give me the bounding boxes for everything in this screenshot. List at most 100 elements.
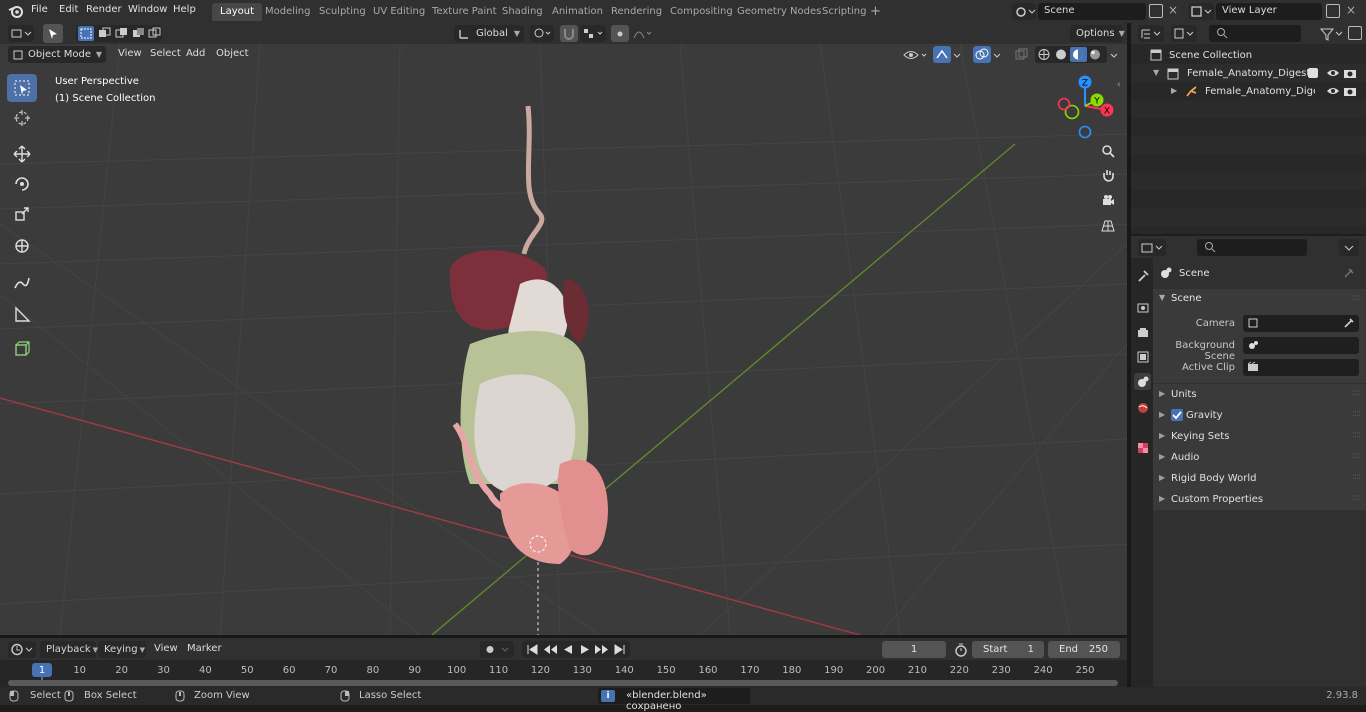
close-view-layer-icon[interactable]: × [1346, 3, 1356, 17]
prev-keyframe-icon[interactable] [541, 642, 559, 657]
pivot-point-icon[interactable] [530, 25, 554, 42]
mode-subtract-icon[interactable] [113, 26, 129, 41]
menu-view[interactable]: View [118, 48, 142, 59]
tab-texture-paint[interactable]: Texture Paint [424, 3, 505, 21]
scale-tool-icon[interactable] [7, 200, 37, 228]
solid-shading-icon[interactable] [1053, 47, 1070, 62]
tool-tab-icon[interactable] [1134, 267, 1151, 284]
expand-arrow-icon[interactable]: ▶ [1171, 86, 1177, 95]
close-scene-icon[interactable]: × [1168, 3, 1178, 17]
exclude-checkbox[interactable] [1308, 68, 1318, 78]
outliner-search-input[interactable] [1209, 25, 1301, 42]
tab-scripting[interactable]: Scripting [814, 3, 874, 21]
next-keyframe-icon[interactable] [593, 642, 611, 657]
xray-icon[interactable] [1013, 47, 1029, 63]
camera-view-icon[interactable] [1097, 189, 1119, 211]
menu-select[interactable]: Select [150, 48, 181, 59]
tab-rendering[interactable]: Rendering [603, 3, 670, 21]
wireframe-shading-icon[interactable] [1036, 47, 1053, 62]
transform-tool-icon[interactable] [7, 232, 37, 260]
options-dropdown[interactable]: Options ▼ [1070, 25, 1125, 42]
gravity-checkbox[interactable] [1171, 409, 1183, 421]
drag-grip-icon[interactable]: :::: [1352, 293, 1361, 303]
jump-start-icon[interactable] [524, 642, 540, 657]
chevron-down-icon[interactable] [1108, 47, 1122, 63]
scene-tab-icon[interactable] [1134, 373, 1151, 390]
falloff-icon[interactable] [631, 25, 655, 42]
pan-hand-icon[interactable] [1097, 165, 1119, 187]
3d-viewport[interactable]: User Perspective (1) Scene Collection Z … [0, 44, 1127, 635]
chevron-down-icon[interactable] [1339, 239, 1359, 256]
menu-help[interactable]: Help [173, 4, 196, 15]
mode-intersect-icon[interactable] [146, 26, 162, 41]
scene-panel-header[interactable]: ▼ Scene :::: [1153, 289, 1366, 309]
add-workspace-button[interactable]: + [870, 4, 881, 19]
new-collection-icon[interactable] [1348, 26, 1362, 40]
units-panel[interactable]: ▶ Units :::: [1153, 384, 1366, 405]
view-layer-name-field[interactable]: View Layer [1216, 3, 1322, 20]
camera-field[interactable] [1243, 315, 1359, 332]
sidebar-toggle-icon[interactable]: ‹ [1117, 80, 1121, 90]
proportional-editing-icon[interactable] [611, 25, 629, 42]
menu-add[interactable]: Add [186, 48, 205, 59]
audio-panel[interactable]: ▶ Audio :::: [1153, 447, 1366, 468]
expand-arrow-icon[interactable]: ▼ [1153, 68, 1159, 77]
measure-tool-icon[interactable] [7, 300, 37, 328]
texture-tab-icon[interactable] [1134, 439, 1151, 456]
world-tab-icon[interactable] [1134, 399, 1151, 416]
keying-sets-panel[interactable]: ▶ Keying Sets :::: [1153, 426, 1366, 447]
object-mode-dropdown[interactable]: Object Mode ▼ [8, 46, 106, 63]
display-mode-icon[interactable] [1171, 25, 1197, 42]
timeline-editor-type-icon[interactable] [8, 641, 36, 658]
scene-name-field[interactable]: Scene [1038, 3, 1146, 20]
record-button[interactable] [480, 641, 514, 658]
select-box-tool-icon[interactable] [7, 74, 37, 102]
navigation-gizmo[interactable]: Z X Y [1052, 72, 1118, 142]
view-layer-tab-icon[interactable] [1134, 348, 1151, 365]
visibility-icon[interactable] [902, 47, 930, 63]
editor-type-button[interactable] [8, 25, 34, 42]
keying-dropdown[interactable]: Keying ▼ [98, 641, 146, 658]
mode-difference-icon[interactable] [130, 26, 146, 41]
timeline-menu-view[interactable]: View [154, 643, 178, 654]
timeline-menu-marker[interactable]: Marker [187, 643, 222, 654]
tab-modeling[interactable]: Modeling [257, 3, 319, 21]
snap-target-icon[interactable] [580, 25, 606, 42]
rendered-shading-icon[interactable] [1087, 47, 1104, 62]
menu-edit[interactable]: Edit [59, 4, 78, 15]
start-frame-field[interactable]: Start 1 [972, 641, 1044, 658]
outliner-row-collection[interactable]: ▼ Female_Anatomy_Digestive_ [1131, 64, 1366, 82]
timeline-scrollbar[interactable] [8, 680, 1118, 686]
perspective-grid-icon[interactable] [1097, 215, 1119, 237]
scene-browse-button[interactable] [1012, 3, 1036, 20]
play-icon[interactable] [577, 642, 593, 657]
menu-object[interactable]: Object [216, 48, 249, 59]
copy-view-layer-icon[interactable] [1326, 4, 1340, 18]
tab-layout[interactable]: Layout [212, 3, 262, 21]
add-cube-tool-icon[interactable] [7, 334, 37, 362]
move-tool-icon[interactable] [7, 140, 37, 168]
eye-icon[interactable] [1326, 67, 1340, 79]
mode-extend-icon[interactable] [96, 26, 112, 41]
active-clip-field[interactable] [1243, 359, 1359, 376]
camera-render-icon[interactable] [1343, 67, 1357, 79]
playback-dropdown[interactable]: Playback ▼ [40, 641, 98, 658]
eye-icon[interactable] [1326, 85, 1340, 97]
render-tab-icon[interactable] [1134, 299, 1151, 316]
gravity-panel[interactable]: ▶ Gravity :::: [1153, 405, 1366, 426]
filter-icon[interactable] [1319, 26, 1345, 42]
outliner-row-object[interactable]: ▶ Female_Anatomy_Digest [1131, 82, 1366, 100]
timeline-ruler[interactable]: 1 10 20 30 40 50 60 70 80 90 100 110 120 130 140 150 160… [0, 660, 1127, 688]
play-reverse-icon[interactable] [560, 642, 576, 657]
gizmo-toggle-icon[interactable] [933, 46, 951, 63]
pin-icon[interactable] [1343, 267, 1355, 279]
mode-set-icon[interactable] [78, 26, 94, 41]
copy-scene-icon[interactable] [1149, 4, 1163, 18]
blender-logo-icon[interactable] [8, 4, 24, 18]
menu-render[interactable]: Render [86, 4, 122, 15]
snap-icon[interactable] [560, 25, 578, 42]
menu-file[interactable]: File [31, 4, 48, 15]
rigid-body-world-panel[interactable]: ▶ Rigid Body World :::: [1153, 468, 1366, 489]
view-layer-browse-button[interactable] [1188, 3, 1214, 20]
chevron-down-icon[interactable] [991, 47, 1005, 63]
